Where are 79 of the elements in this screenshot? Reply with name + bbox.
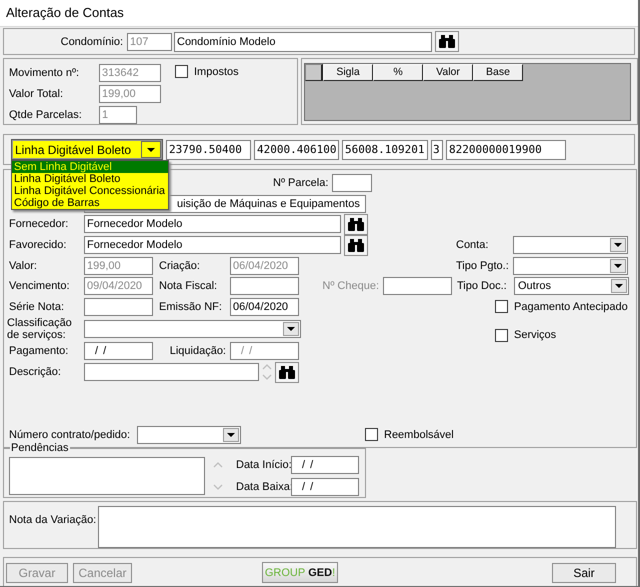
field-label: Tipo Pgto.: xyxy=(455,260,510,272)
date-field[interactable]: / / xyxy=(291,456,359,474)
group-title: Pendências xyxy=(10,442,70,454)
pending-list[interactable] xyxy=(9,457,205,495)
column-header[interactable]: % xyxy=(373,64,423,81)
field-label: Nota Fiscal: xyxy=(158,280,218,292)
column-header[interactable]: Sigla xyxy=(323,64,373,81)
installment-field[interactable] xyxy=(332,174,372,192)
search-button[interactable] xyxy=(344,214,368,235)
grid-corner xyxy=(305,64,323,81)
field-label: Data Início: xyxy=(235,459,291,471)
window-title: Alteração de Contas xyxy=(0,0,638,27)
field-label: Vencimento: xyxy=(8,280,71,292)
barcode-field[interactable]: 82200000019900 xyxy=(446,140,566,160)
dropdown-option[interactable]: Linha Digitável Concessionária xyxy=(12,185,168,197)
invoice-field[interactable] xyxy=(230,277,299,296)
field-label: Data Baixa: xyxy=(235,481,291,493)
description-field[interactable] xyxy=(84,363,259,382)
field-label: Valor: xyxy=(8,260,38,272)
binoculars-icon xyxy=(348,238,364,252)
field-label: Criação: xyxy=(158,260,201,272)
date-field[interactable]: / / xyxy=(84,342,153,360)
checkbox[interactable] xyxy=(495,300,508,314)
field-label: Número contrato/pedido: xyxy=(8,428,132,441)
payee-field[interactable]: Fornecedor Modelo xyxy=(84,236,341,254)
binoculars-icon xyxy=(348,218,364,231)
search-button[interactable] xyxy=(344,234,368,256)
field-label: Emissão NF: xyxy=(158,300,223,313)
search-button[interactable] xyxy=(435,31,459,52)
supplier-field[interactable]: Fornecedor Modelo xyxy=(84,215,341,234)
field-label: Qtde Parcelas: xyxy=(8,108,83,120)
field-label: Nota da Variação: xyxy=(8,513,96,526)
binoculars-icon xyxy=(279,366,295,379)
checkbox-label: Impostos xyxy=(194,66,239,78)
name-field[interactable]: Condomínio Modelo xyxy=(174,32,432,52)
date-field[interactable]: 06/04/2020 xyxy=(230,298,299,316)
field-label: Classificação de serviços: xyxy=(6,317,73,342)
document-type-select[interactable]: Outros xyxy=(514,277,629,296)
document-type-select[interactable]: Linha Digitável Boleto xyxy=(11,139,163,160)
field-label: Pagamento: xyxy=(8,345,70,358)
field-label: Nº Cheque: xyxy=(321,280,380,292)
field-label: Tipo Doc.: xyxy=(456,280,508,292)
date-field[interactable]: / / xyxy=(291,478,359,496)
spin-arrows-icon xyxy=(262,363,272,382)
field-label: Fornecedor: xyxy=(8,218,70,230)
dropdown-option[interactable]: Sem Linha Digitável xyxy=(12,161,168,173)
barcode-field[interactable]: 42000.406100 xyxy=(254,140,339,160)
series-field[interactable] xyxy=(84,298,153,316)
checkbox-label: Pagamento Antecipado xyxy=(514,300,628,313)
field-label: Favorecido: xyxy=(8,239,68,252)
action-button[interactable]: Sair xyxy=(552,562,616,582)
check-number-field[interactable] xyxy=(383,277,452,296)
checkbox-label: Reembolsável xyxy=(384,428,454,441)
logo-button[interactable]: GROUP GED! xyxy=(262,562,338,583)
account-select[interactable] xyxy=(513,236,628,254)
field-label: Valor Total: xyxy=(8,88,64,100)
contract-select[interactable] xyxy=(137,426,241,444)
search-button[interactable] xyxy=(275,362,299,383)
dropdown-option[interactable]: Linha Digitável Boleto xyxy=(12,173,168,185)
field-label: Nº Parcela: xyxy=(272,177,330,190)
barcode-field[interactable]: 23790.50400 xyxy=(166,140,251,160)
classification-select[interactable] xyxy=(84,320,301,338)
note-field[interactable] xyxy=(98,506,616,548)
barcode-field[interactable]: 56008.109201 xyxy=(342,140,428,160)
binoculars-icon xyxy=(439,35,455,48)
checkbox[interactable] xyxy=(495,328,508,342)
field-label: Descrição: xyxy=(8,366,62,378)
field-label: Movimento nº: xyxy=(8,66,80,78)
column-header[interactable]: Base xyxy=(473,64,523,81)
field-label: Conta: xyxy=(455,239,490,252)
checkbox[interactable] xyxy=(365,428,378,442)
field-label: Série Nota: xyxy=(8,300,66,313)
field-label: Liquidação: xyxy=(168,345,227,358)
checkbox-label: Serviços xyxy=(514,329,556,342)
payment-type-select[interactable] xyxy=(513,256,628,275)
column-header[interactable]: Valor xyxy=(423,64,473,81)
checkbox[interactable] xyxy=(175,65,188,78)
field-label: Condomínio: xyxy=(60,36,124,48)
barcode-field[interactable]: 3 xyxy=(431,140,443,160)
